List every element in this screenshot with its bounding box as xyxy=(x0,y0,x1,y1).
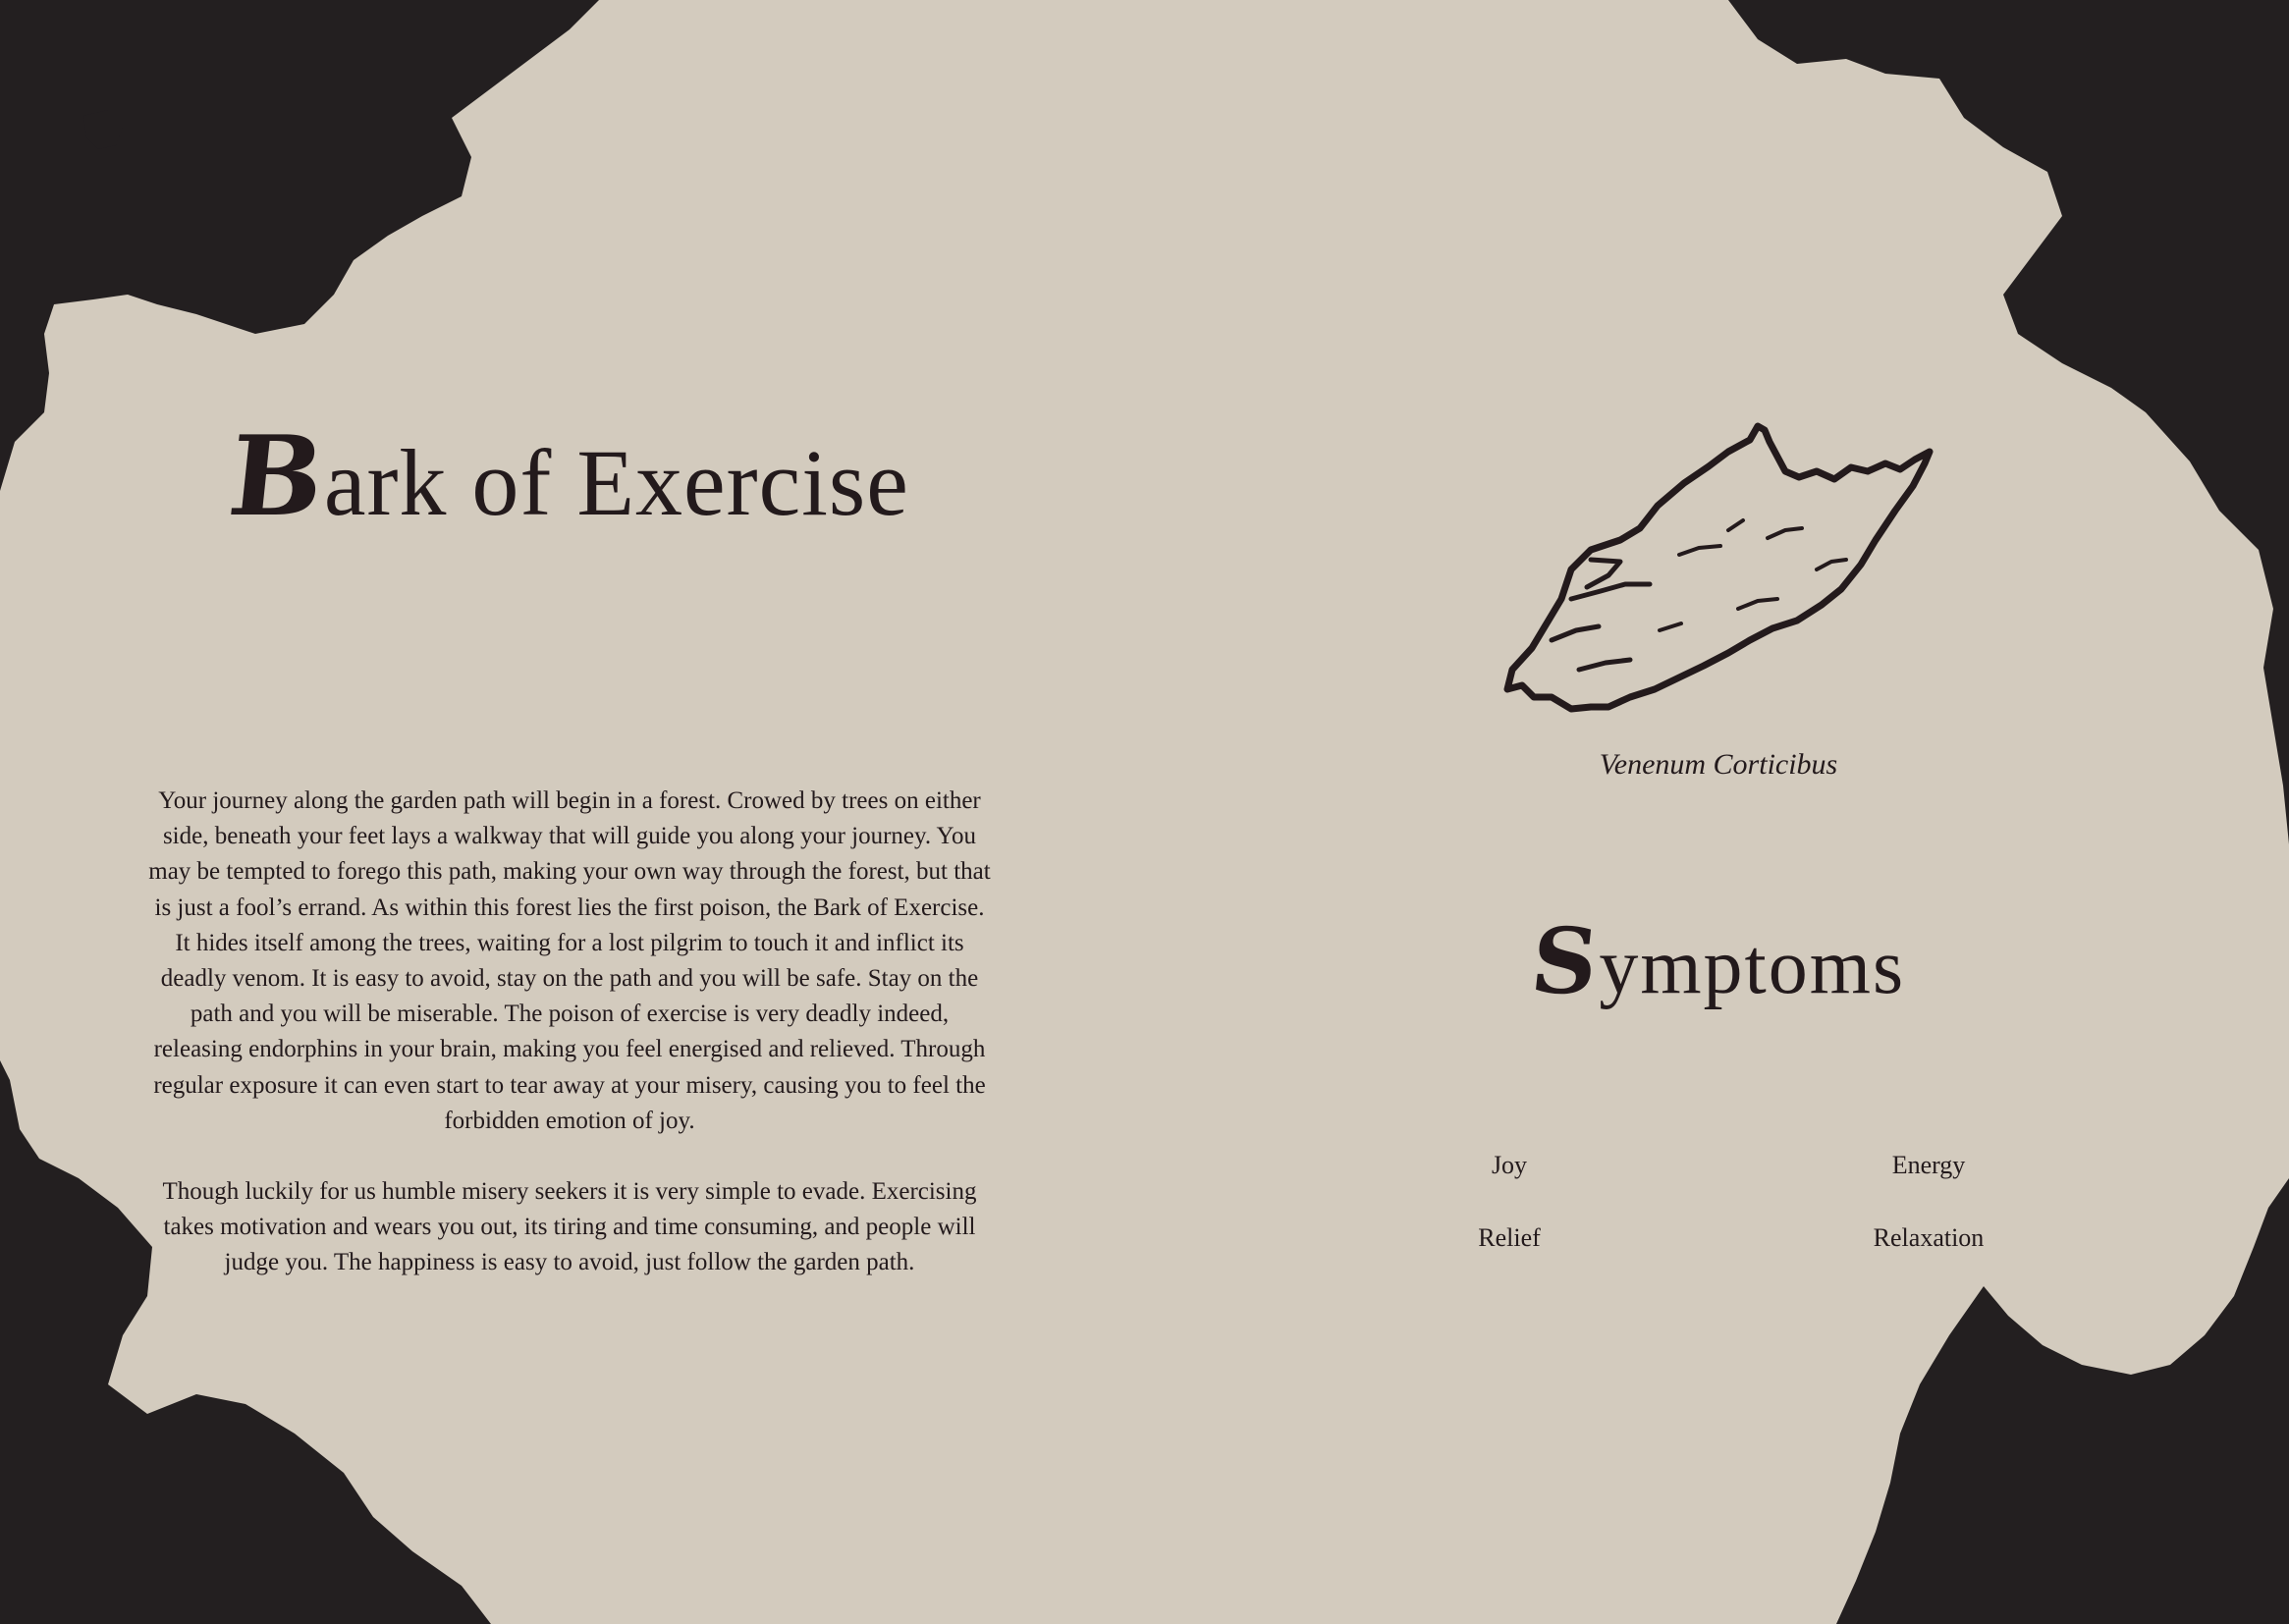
symptom-energy: Energy xyxy=(1891,1151,1966,1179)
title-rest: ark of Exercise xyxy=(323,430,909,535)
symptoms-rest: ymptoms xyxy=(1599,924,1906,1010)
title-initial: B xyxy=(223,412,331,541)
illustration-caption: Venenum Corticibus xyxy=(1599,748,1838,781)
paragraph: Your journey along the garden path will … xyxy=(148,787,991,1134)
symptoms-initial: S xyxy=(1526,908,1605,1014)
bark-piece-icon xyxy=(1503,422,1934,713)
page: Bark of Exercise Your journey along the … xyxy=(0,0,2289,1624)
symptom-relaxation: Relaxation xyxy=(1873,1223,1985,1252)
page-title: Bark of Exercise xyxy=(157,412,982,541)
body-text: Your journey along the garden path will … xyxy=(147,784,992,1281)
symptoms-heading: Symptoms xyxy=(1424,908,2013,1014)
symptom-relief: Relief xyxy=(1478,1223,1541,1252)
paragraph: Though luckily for us humble misery seek… xyxy=(162,1178,977,1276)
symptom-joy: Joy xyxy=(1491,1151,1528,1179)
